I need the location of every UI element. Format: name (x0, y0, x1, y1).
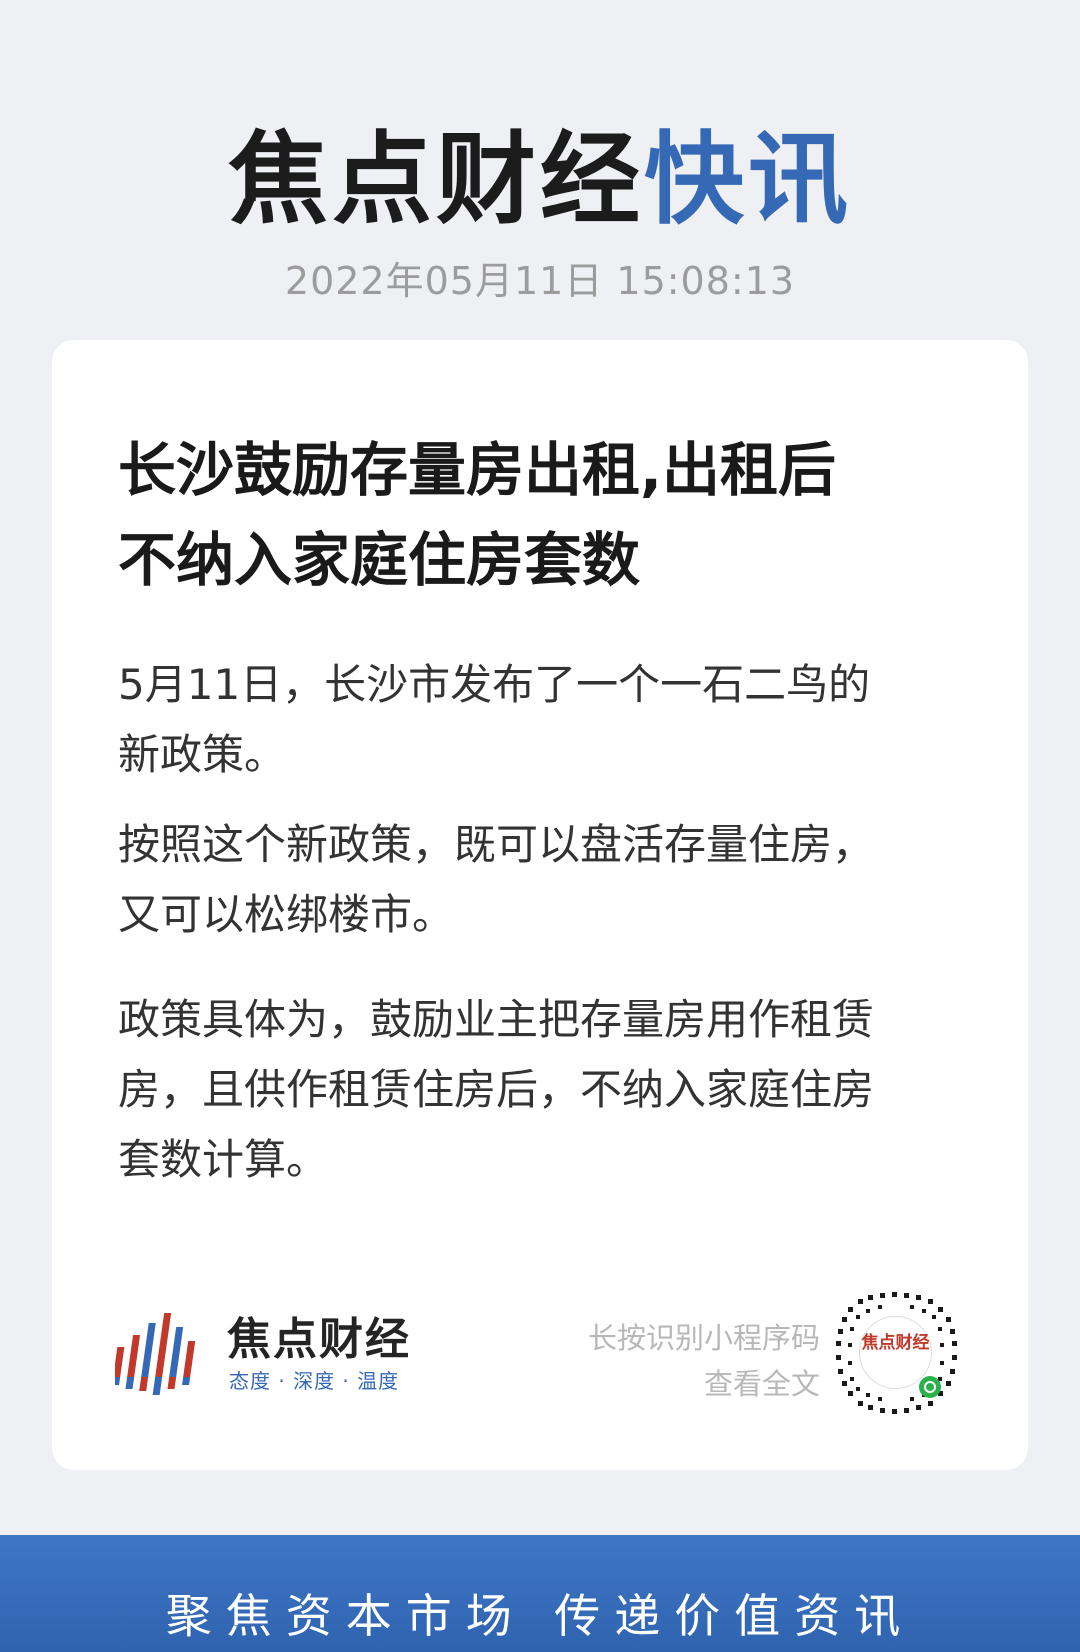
qr-center-label: 焦点财经 (861, 1332, 930, 1353)
article-headline: 长沙鼓励存量房出租,出租后 不纳入家庭住房套数 (118, 425, 978, 605)
article-paragraph: 按照这个新政策，既可以盘活存量住房， 又可以松绑楼市。 (118, 810, 978, 950)
page: 焦点财经快讯 2022年05月11日 15:08:13 长沙鼓励存量房出租,出租… (0, 0, 1080, 1652)
paragraph-line: 新政策。 (118, 730, 287, 779)
logo-slogan: 态度 · 深度 · 温度 (229, 1369, 400, 1393)
qr-hint: 长按识别小程序码 查看全文 (560, 1315, 820, 1407)
article-paragraph: 5月11日，长沙市发布了一个一石二鸟的 新政策。 (118, 650, 978, 790)
publish-timestamp: 2022年05月11日 15:08:13 (284, 259, 796, 303)
footer-logo: 焦点财经 态度 · 深度 · 温度 (115, 1303, 445, 1403)
logo-name: 焦点财经 (227, 1314, 411, 1365)
brand-title-main: 焦点财经 (228, 121, 644, 238)
headline-line: 不纳入家庭住房套数 (118, 526, 641, 594)
paragraph-line: 政策具体为，鼓励业主把存量房用作租赁 (118, 995, 875, 1044)
bar-logo-icon (115, 1313, 196, 1395)
headline-line: 长沙鼓励存量房出租,出租后 (118, 436, 837, 504)
paragraph-line: 套数计算。 (118, 1135, 329, 1184)
paragraph-line: 5月11日，长沙市发布了一个一石二鸟的 (118, 660, 871, 709)
qr-hint-line: 长按识别小程序码 (587, 1321, 820, 1355)
paragraph-line: 又可以松绑楼市。 (118, 890, 455, 939)
paragraph-line: 房，且供作租赁住房后，不纳入家庭住房 (118, 1065, 875, 1114)
brand-title-accent: 快讯 (644, 121, 852, 238)
brand-title: 焦点财经快讯 (0, 120, 1080, 240)
qr-hint-line: 查看全文 (703, 1367, 820, 1401)
paragraph-line: 按照这个新政策，既可以盘活存量住房， (118, 820, 875, 869)
banner-slogan: 聚焦资本市场 传递价值资讯 (165, 1589, 915, 1643)
qr-code-icon[interactable]: 焦点财经 (828, 1285, 963, 1420)
article-paragraph: 政策具体为，鼓励业主把存量房用作租赁 房，且供作租赁住房后，不纳入家庭住房 套数… (118, 985, 978, 1195)
